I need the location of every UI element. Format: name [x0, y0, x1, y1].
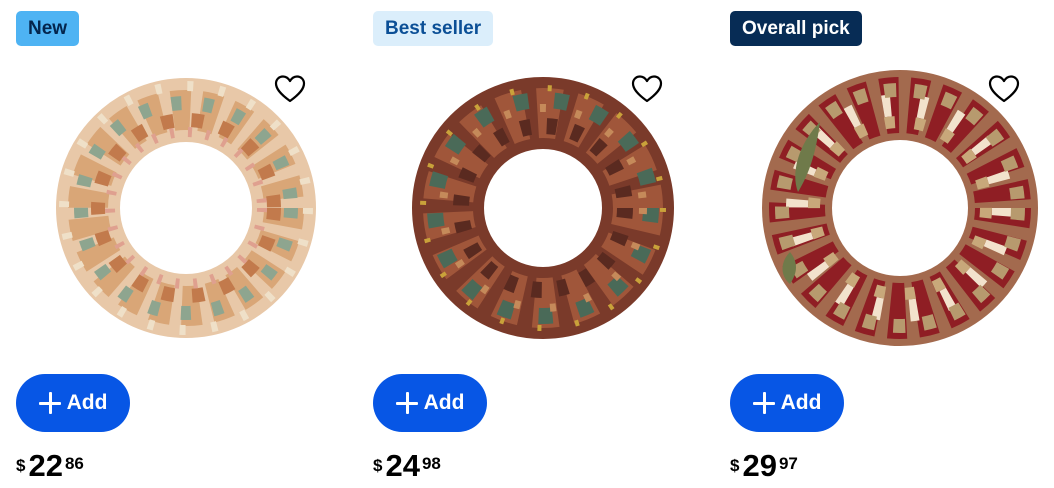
product-card[interactable]: New Add $ 22 86	[16, 0, 356, 488]
price-dollars: 29	[742, 448, 777, 483]
add-button-label: Add	[780, 391, 822, 414]
add-button-label: Add	[66, 391, 108, 414]
price-cents: 86	[64, 454, 84, 473]
plus-icon	[38, 392, 61, 414]
price-currency: $	[373, 456, 383, 475]
add-button-label: Add	[423, 391, 465, 414]
product-image-magnolia-leaf-wreath[interactable]	[393, 62, 693, 354]
product-image-hydrangea-wreath[interactable]	[750, 62, 1050, 354]
price-currency: $	[16, 456, 26, 475]
price-cents: 98	[421, 454, 441, 473]
product-badge: Overall pick	[730, 11, 862, 46]
price-currency: $	[730, 456, 740, 475]
add-to-cart-button[interactable]: Add	[16, 374, 130, 432]
add-to-cart-button[interactable]: Add	[373, 374, 487, 432]
add-to-cart-button[interactable]: Add	[730, 374, 844, 432]
price-dollars: 22	[28, 448, 63, 483]
product-badge: New	[16, 11, 80, 46]
product-price: $ 22 86	[16, 448, 84, 484]
product-image-autumn-leaf-wreath[interactable]	[36, 62, 336, 354]
product-badge: Best seller	[373, 11, 494, 46]
product-price: $ 29 97	[730, 448, 798, 484]
product-price: $ 24 98	[373, 448, 441, 484]
product-card[interactable]: Overall pick Add $ 29 97	[730, 0, 1054, 488]
plus-icon	[752, 392, 775, 414]
price-cents: 97	[778, 454, 798, 473]
plus-icon	[395, 392, 418, 414]
price-dollars: 24	[385, 448, 420, 483]
product-card[interactable]: Best seller Add $ 24 98	[373, 0, 713, 488]
